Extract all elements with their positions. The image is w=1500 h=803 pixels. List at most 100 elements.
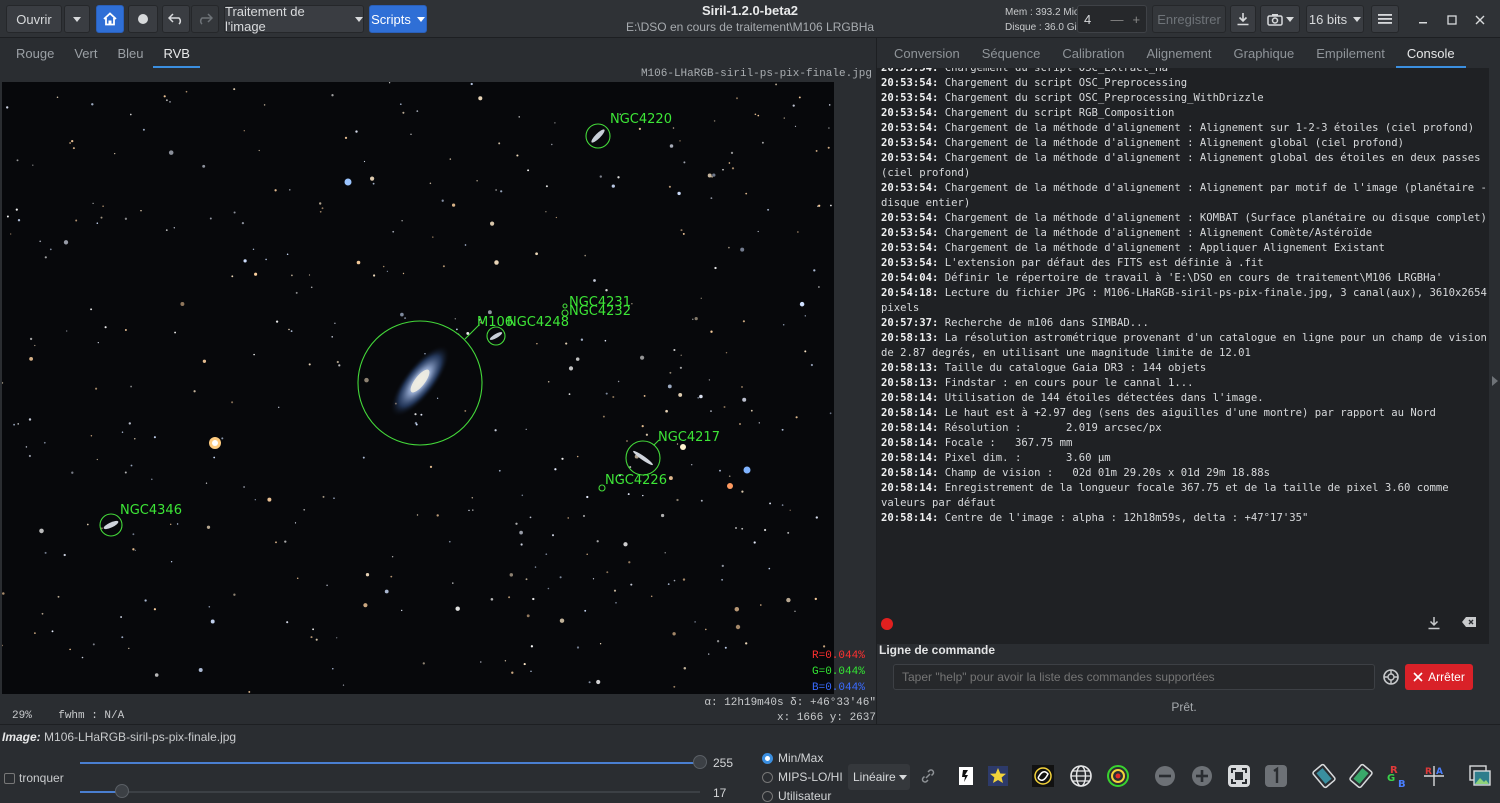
command-help-button[interactable] xyxy=(1380,666,1402,688)
image-filename: M106-LHaRGB-siril-ps-pix-finale.jpg xyxy=(640,68,872,80)
chevron-down-icon xyxy=(1285,16,1294,22)
zoom-level: 29% xyxy=(12,710,32,722)
console-line: 20:53:54: Chargement de la méthode d'ali… xyxy=(881,137,1404,149)
tab-rgb[interactable]: RVB xyxy=(153,38,200,68)
label-ngc4346: NGC4346 xyxy=(120,503,182,518)
gallery-button[interactable] xyxy=(1466,762,1494,790)
scale-mode-select[interactable]: Linéaire xyxy=(848,764,910,790)
decrement-icon[interactable]: — xyxy=(1107,12,1126,27)
axis-button[interactable]: RA xyxy=(1420,762,1448,790)
undo-button[interactable] xyxy=(162,5,190,33)
high-slider-handle[interactable] xyxy=(693,755,707,769)
radio-dot xyxy=(762,752,773,764)
zoom-fit-button[interactable] xyxy=(1225,762,1253,790)
radio-minmax[interactable]: Min/Max xyxy=(762,751,823,765)
tab-conversion[interactable]: Conversion xyxy=(883,38,971,68)
tab-calibration[interactable]: Calibration xyxy=(1051,38,1135,68)
close-icon xyxy=(1475,15,1485,25)
right-tabs: Conversion Séquence Calibration Aligneme… xyxy=(877,38,1491,68)
tab-plot[interactable]: Graphique xyxy=(1223,38,1306,68)
tab-registration[interactable]: Alignement xyxy=(1135,38,1222,68)
console-log[interactable]: 20:53:54: Chargement du script OSC_Extra… xyxy=(877,68,1489,644)
negative-view-button[interactable] xyxy=(952,762,980,790)
save-as-button[interactable] xyxy=(1230,5,1256,33)
expand-panel-icon[interactable] xyxy=(1492,376,1498,386)
main-menu-button[interactable] xyxy=(1371,5,1399,33)
label-ngc4217: NGC4217 xyxy=(658,430,720,445)
tab-blue[interactable]: Bleu xyxy=(107,38,153,68)
save-log-button[interactable] xyxy=(1427,616,1441,633)
bitdepth-label: 16 bits xyxy=(1308,11,1348,27)
console-line: 20:53:54: Chargement de la méthode d'ali… xyxy=(881,227,1373,239)
image-name: M106-LHaRGB-siril-ps-pix-finale.jpg xyxy=(44,730,237,744)
target-icon xyxy=(1107,765,1129,787)
astrometry-button[interactable] xyxy=(1067,762,1095,790)
zoom-in-button[interactable] xyxy=(1188,762,1216,790)
save-button[interactable]: Enregistrer xyxy=(1152,5,1226,33)
radio-mips[interactable]: MIPS-LO/HI xyxy=(762,770,843,784)
image-viewer[interactable]: NGC4220 M106 NGC4248 NGC4231 NGC4232 NGC… xyxy=(2,82,834,694)
checkbox-box xyxy=(4,772,15,784)
tab-console[interactable]: Console xyxy=(1395,38,1466,68)
download-icon xyxy=(1428,617,1440,630)
image-processing-menu[interactable]: Traitement de l'image xyxy=(224,4,364,34)
bitdepth-menu[interactable]: 16 bits xyxy=(1306,5,1364,33)
high-slider-track[interactable] xyxy=(80,762,700,764)
download-icon xyxy=(1237,13,1249,26)
livestack-button[interactable] xyxy=(128,5,158,33)
zoom-100-icon xyxy=(1265,765,1287,787)
scripts-menu[interactable]: Scripts xyxy=(369,5,427,33)
tab-stacking[interactable]: Empilement xyxy=(1305,38,1396,68)
pixel-value-readout: R=0.044% G=0.044% B=0.044% xyxy=(812,648,865,696)
open-recent-dropdown[interactable] xyxy=(64,5,90,33)
snapshot-button[interactable] xyxy=(1260,5,1300,33)
open-button[interactable]: Ouvrir xyxy=(6,5,62,33)
command-input[interactable] xyxy=(893,664,1375,690)
console-line: 20:58:14: Centre de l'image : alpha : 12… xyxy=(881,512,1309,524)
star-icon xyxy=(988,766,1008,786)
tab-sequence[interactable]: Séquence xyxy=(971,38,1052,68)
low-slider-handle[interactable] xyxy=(114,784,129,798)
home-button[interactable] xyxy=(96,5,124,33)
console-lines: 20:53:54: Chargement du script OSC_Extra… xyxy=(881,68,1487,526)
target-button[interactable] xyxy=(1104,762,1132,790)
minimize-button[interactable] xyxy=(1412,10,1436,30)
clip-checkbox[interactable]: tronquer xyxy=(4,771,64,785)
link-button[interactable] xyxy=(914,762,942,790)
console-line: 20:53:54: Chargement du script OSC_Extra… xyxy=(881,68,1169,74)
maximize-button[interactable] xyxy=(1440,10,1464,30)
increment-icon[interactable]: + xyxy=(1127,12,1146,27)
zoom-in-icon xyxy=(1192,766,1212,786)
console-line: 20:53:54: Chargement de la méthode d'ali… xyxy=(881,152,1487,179)
stop-button[interactable]: Arrêter xyxy=(1405,664,1473,690)
radio-user[interactable]: Utilisateur xyxy=(762,789,831,803)
redo-button[interactable] xyxy=(191,5,219,33)
rgb-align-button[interactable]: RGB xyxy=(1383,762,1411,790)
record-icon xyxy=(138,14,148,24)
globe-icon xyxy=(1070,765,1092,787)
clear-log-button[interactable] xyxy=(1461,616,1477,631)
console-line: 20:54:18: Lecture du fichier JPG : M106-… xyxy=(881,287,1487,314)
radio-minmax-label: Min/Max xyxy=(778,751,824,765)
tab-green[interactable]: Vert xyxy=(64,38,107,68)
window-title: Siril-1.2.0-beta2 E:\DSO en cours de tra… xyxy=(560,3,940,34)
svg-text:G: G xyxy=(1387,773,1395,784)
console-line: 20:58:14: Le haut est à +2.97 deg (sens … xyxy=(881,407,1436,419)
tab-red[interactable]: Rouge xyxy=(6,38,64,68)
color-map-button[interactable] xyxy=(984,762,1012,790)
close-button[interactable] xyxy=(1468,10,1492,30)
flip-button[interactable] xyxy=(1310,762,1338,790)
chevron-down-icon xyxy=(898,774,907,780)
annotate-button[interactable] xyxy=(1029,762,1057,790)
flip-icon xyxy=(1312,763,1336,789)
radio-dot xyxy=(762,771,773,783)
working-directory: E:\DSO en cours de traitement\M106 LRGBH… xyxy=(625,20,875,34)
threads-spinner[interactable]: 4 — + xyxy=(1077,5,1147,33)
low-slider-track[interactable] xyxy=(80,791,700,793)
red-value: R=0.044% xyxy=(812,650,865,662)
radio-mips-label: MIPS-LO/HI xyxy=(778,770,843,784)
console-line: 20:57:37: Recherche de m106 dans SIMBAD.… xyxy=(881,317,1149,329)
zoom-out-button[interactable] xyxy=(1151,762,1179,790)
zoom-one-button[interactable] xyxy=(1262,762,1290,790)
rotate-button[interactable] xyxy=(1347,762,1375,790)
